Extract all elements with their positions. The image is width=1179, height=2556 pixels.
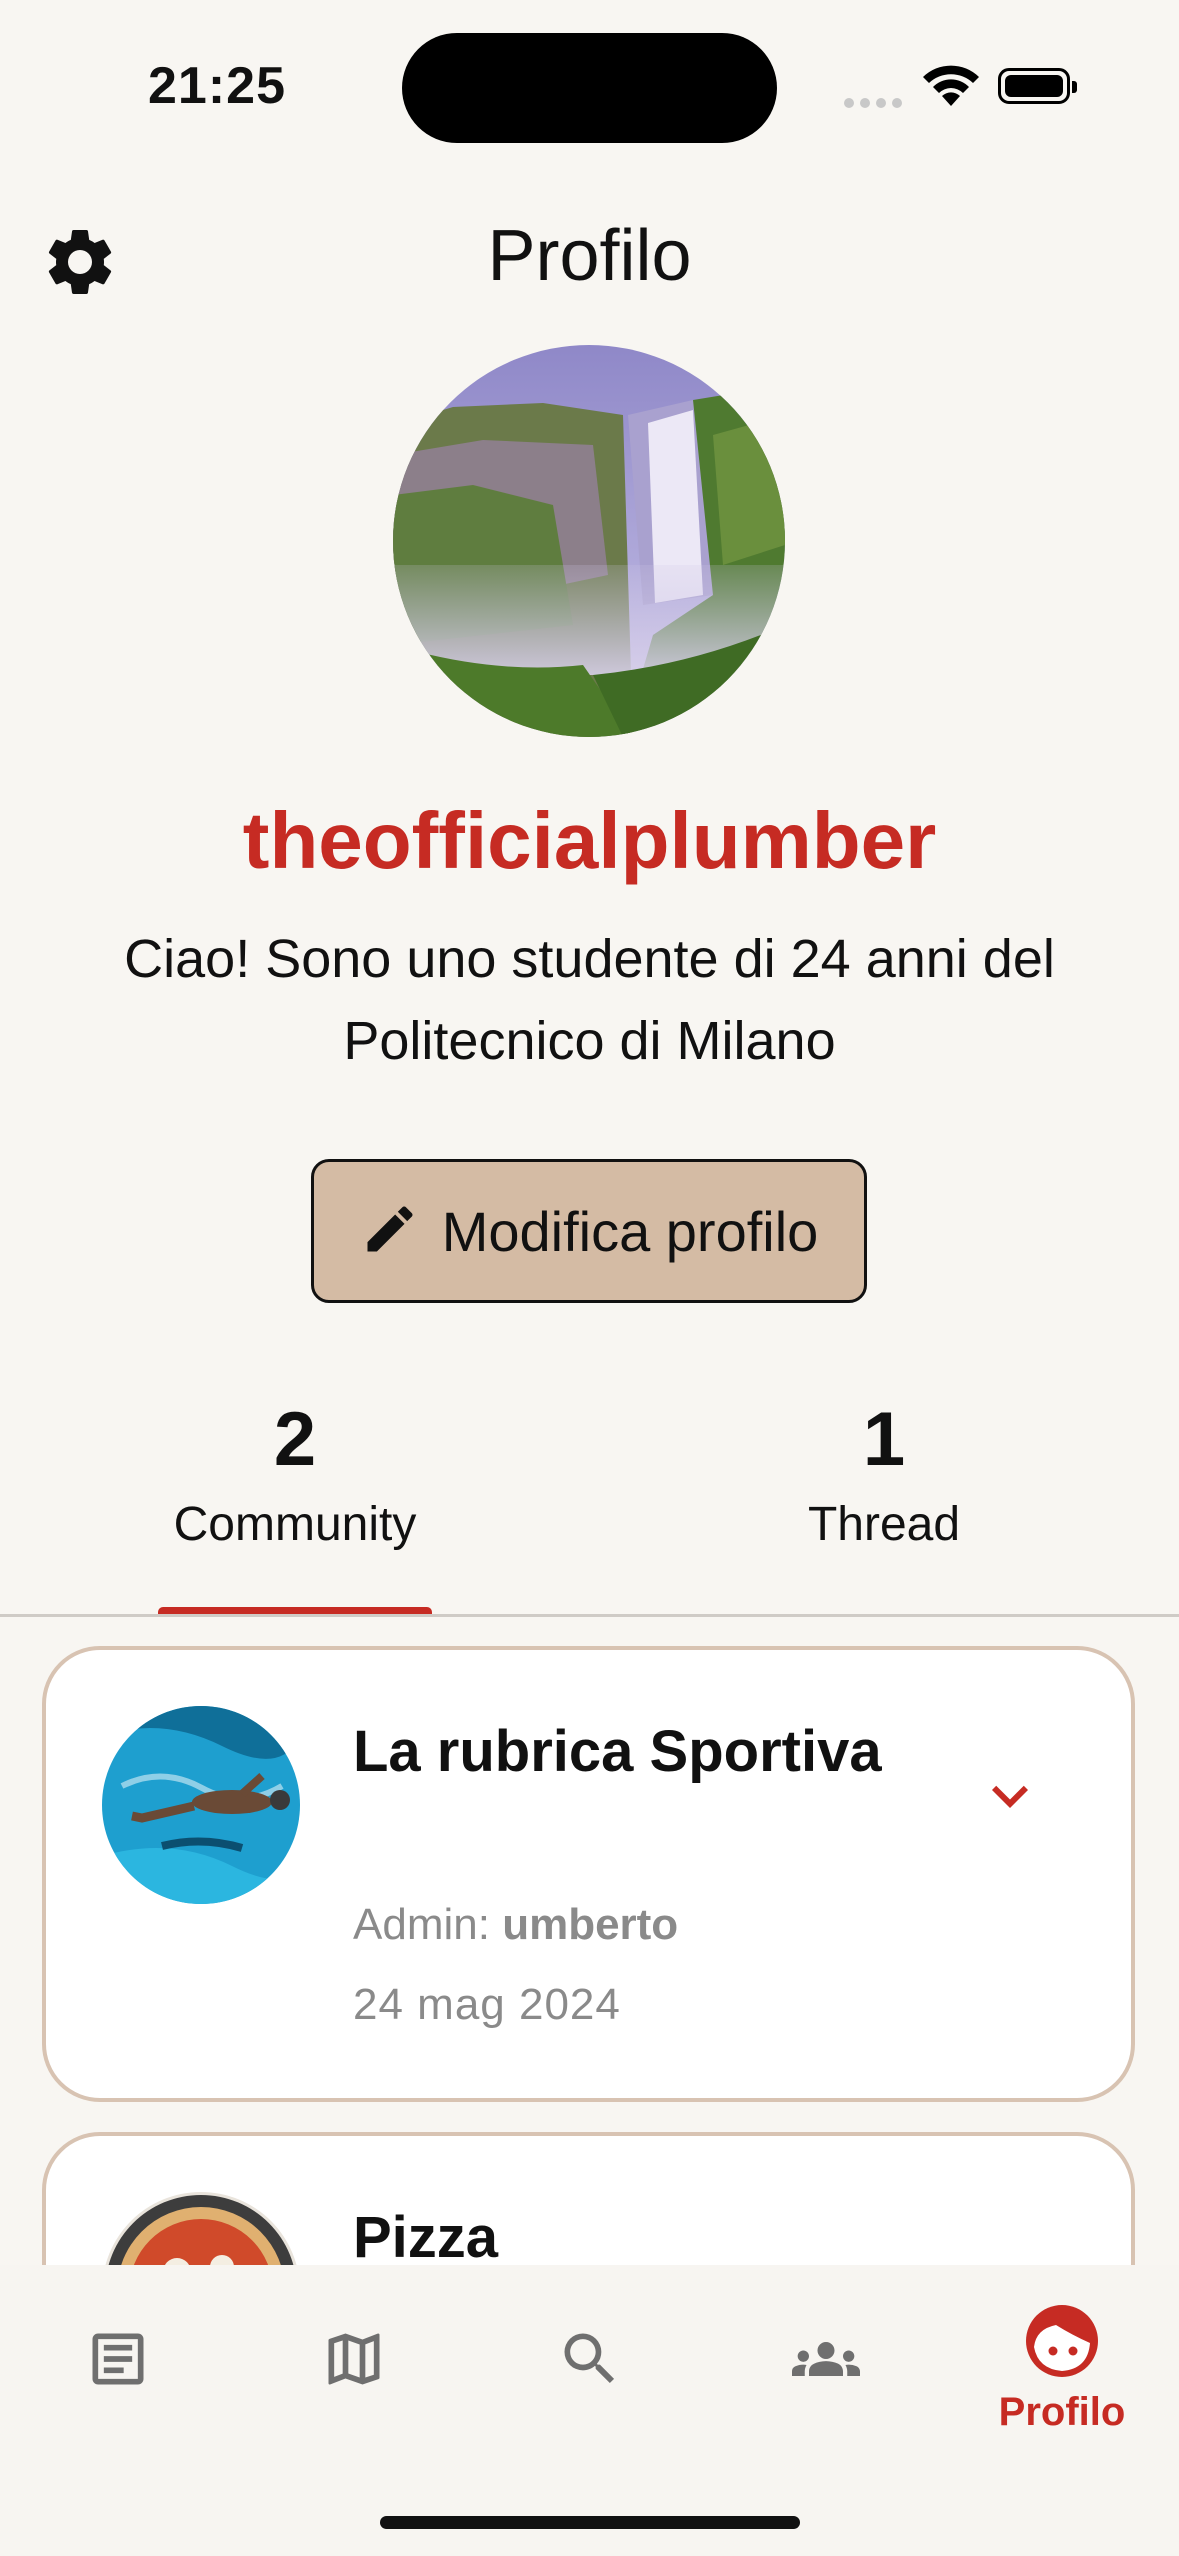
nav-search[interactable] bbox=[472, 2265, 708, 2465]
community-admin-name: umberto bbox=[502, 1900, 679, 1949]
profile-bio: Ciao! Sono uno studente di 24 anni del P… bbox=[124, 929, 1055, 1071]
cellular-signal-icon bbox=[844, 95, 908, 113]
profile-avatar[interactable] bbox=[393, 345, 785, 737]
map-icon bbox=[320, 2265, 388, 2398]
community-thumbnail bbox=[102, 1706, 300, 1904]
bottom-navigation: Profilo bbox=[0, 2265, 1179, 2556]
tab-community-label: Community bbox=[173, 1498, 417, 1551]
search-icon bbox=[556, 2265, 624, 2398]
community-date: 24 mag 2024 bbox=[353, 1980, 621, 2029]
profile-username: theofficialplumber bbox=[242, 796, 937, 885]
status-time: 21:25 bbox=[148, 57, 286, 115]
tabs-divider bbox=[0, 1614, 1179, 1617]
community-admin-prefix: Admin: bbox=[353, 1900, 490, 1949]
nav-profile[interactable]: Profilo bbox=[944, 2265, 1179, 2465]
thread-count: 1 bbox=[862, 1397, 906, 1482]
battery-icon bbox=[998, 68, 1077, 104]
edit-profile-button[interactable]: Modifica profilo bbox=[311, 1159, 867, 1303]
tab-thread-label: Thread bbox=[807, 1498, 961, 1551]
pencil-icon bbox=[360, 1199, 420, 1264]
community-title: La rubrica Sportiva bbox=[353, 1719, 882, 1784]
nav-feed[interactable] bbox=[0, 2265, 236, 2465]
wifi-icon bbox=[920, 62, 982, 113]
nav-map[interactable] bbox=[236, 2265, 472, 2465]
community-admin: Admin: umberto bbox=[353, 1900, 678, 1950]
group-icon bbox=[788, 2265, 864, 2398]
article-icon bbox=[84, 2265, 152, 2398]
nav-profile-label: Profilo bbox=[998, 2390, 1126, 2434]
community-card[interactable]: La rubrica Sportiva Admin: umberto 24 ma… bbox=[42, 1646, 1135, 2102]
dynamic-island bbox=[402, 33, 777, 143]
page-title: Profilo bbox=[487, 216, 692, 296]
community-count: 2 bbox=[273, 1397, 317, 1482]
chevron-down-icon[interactable] bbox=[974, 1760, 1046, 1837]
profile-face-icon bbox=[1022, 2265, 1102, 2386]
nav-communities[interactable] bbox=[708, 2265, 944, 2465]
home-indicator[interactable] bbox=[380, 2516, 800, 2529]
edit-profile-label: Modifica profilo bbox=[441, 1199, 819, 1263]
tab-community[interactable]: 2 Community bbox=[35, 1395, 555, 1552]
tab-thread[interactable]: 1 Thread bbox=[624, 1395, 1144, 1552]
